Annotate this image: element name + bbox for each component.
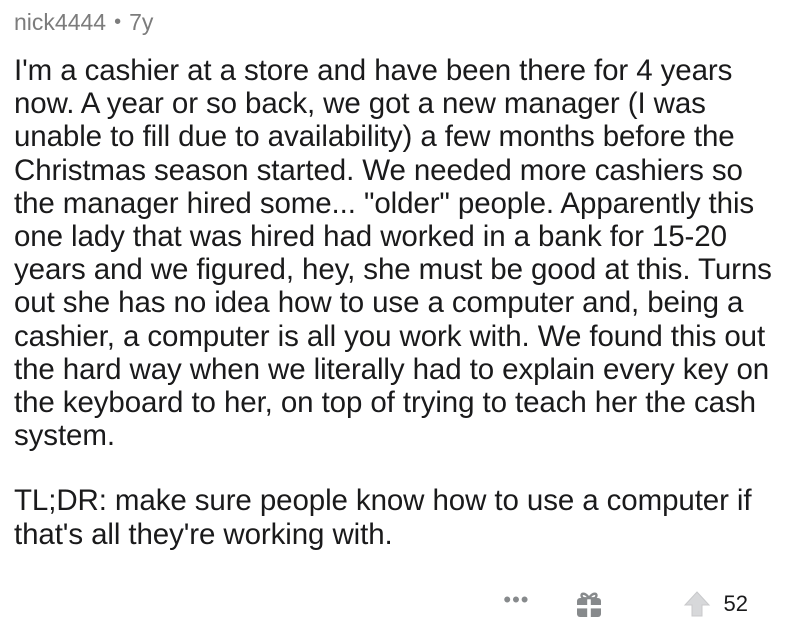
more-options-button[interactable]: ••• bbox=[503, 589, 529, 611]
comment-age: 7y bbox=[129, 8, 154, 35]
vote-score: 52 bbox=[723, 591, 748, 616]
comment-paragraph: I'm a cashier at a store and have been t… bbox=[14, 54, 772, 453]
comment-paragraph: TL;DR: make sure people know how to use … bbox=[14, 484, 752, 551]
comment-actions: ••• 52 bbox=[503, 584, 748, 624]
author-link[interactable]: nick4444 bbox=[14, 9, 106, 36]
gift-icon[interactable] bbox=[574, 589, 604, 619]
comment: nick4444 • 7y I'm a cashier at a store a… bbox=[14, 0, 784, 551]
meta-separator: • bbox=[114, 10, 122, 33]
comment-body: I'm a cashier at a store and have been t… bbox=[14, 54, 784, 551]
upvote-arrow-icon[interactable] bbox=[682, 589, 712, 619]
comment-meta: nick4444 • 7y bbox=[14, 2, 784, 42]
